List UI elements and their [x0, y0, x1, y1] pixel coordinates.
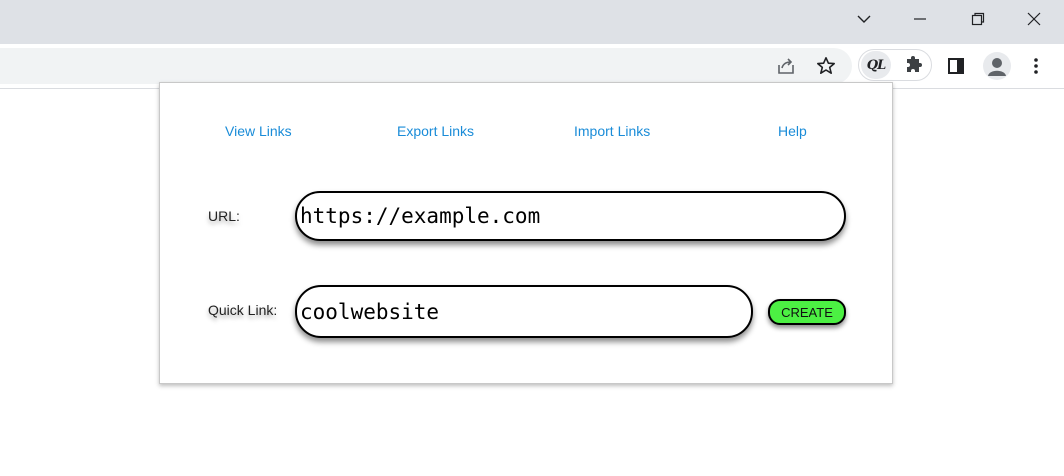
more-menu-icon [1034, 58, 1038, 74]
quick-link-input[interactable] [295, 285, 753, 338]
restore-icon [971, 12, 985, 26]
profile-button[interactable] [983, 52, 1011, 80]
share-button[interactable] [772, 52, 800, 80]
address-bar[interactable] [0, 48, 852, 84]
bookmark-button[interactable] [812, 52, 840, 80]
quick-link-label: Quick Link: [208, 302, 278, 318]
side-panel-icon [948, 58, 964, 74]
close-icon [1027, 12, 1041, 26]
create-button[interactable]: CREATE [768, 299, 846, 325]
tab-search-button[interactable] [836, 0, 892, 38]
side-panel-button[interactable] [942, 52, 970, 80]
extensions-group: QL [858, 49, 932, 81]
restore-button[interactable] [950, 0, 1006, 38]
minimize-icon [914, 18, 926, 20]
chevron-down-icon [857, 15, 871, 23]
help-link[interactable]: Help [778, 123, 807, 139]
bookmark-star-icon [816, 56, 836, 75]
extensions-button[interactable] [901, 52, 927, 78]
quick-links-popup: View Links Export Links Import Links Hel… [159, 82, 893, 384]
import-links-link[interactable]: Import Links [574, 123, 650, 139]
title-bar [0, 0, 1064, 44]
quick-links-extension-icon[interactable]: QL [861, 51, 891, 79]
export-links-link[interactable]: Export Links [397, 123, 474, 139]
url-label: URL: [208, 208, 240, 224]
close-button[interactable] [1006, 0, 1062, 38]
profile-avatar-icon [988, 58, 1006, 76]
puzzle-extensions-icon [907, 56, 922, 72]
more-menu-button[interactable] [1022, 52, 1050, 80]
url-input[interactable] [295, 191, 846, 241]
share-icon [778, 58, 794, 74]
view-links-link[interactable]: View Links [225, 123, 292, 139]
minimize-button[interactable] [892, 0, 948, 38]
